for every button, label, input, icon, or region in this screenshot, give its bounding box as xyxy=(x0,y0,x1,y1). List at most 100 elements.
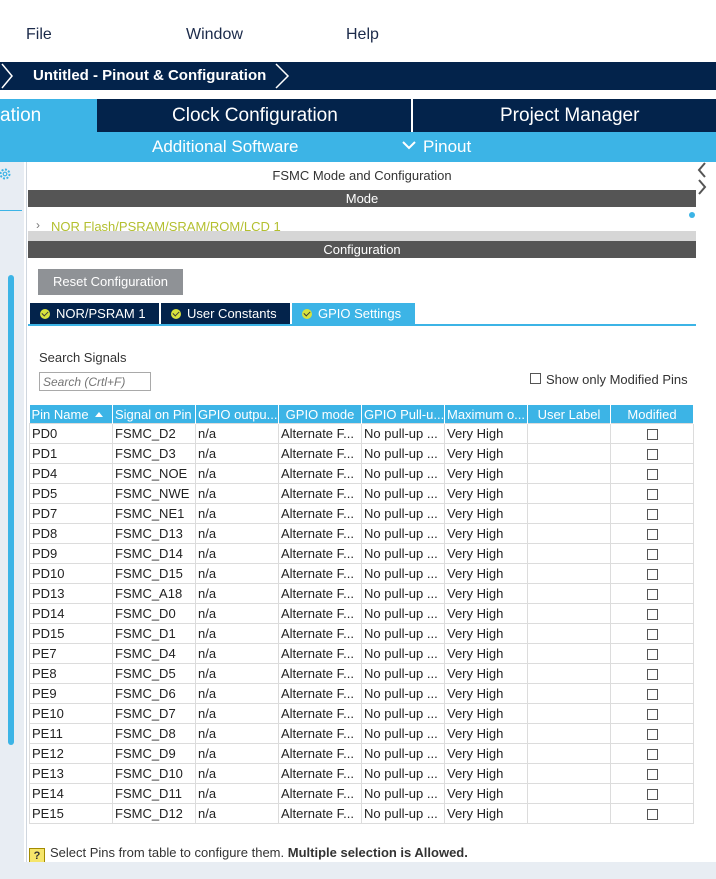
cell-gpio-output[interactable]: n/a xyxy=(195,503,279,524)
cell-max-output[interactable]: Very High xyxy=(444,743,528,764)
cell-gpio-output[interactable]: n/a xyxy=(195,783,279,804)
table-row[interactable]: PD10 FSMC_D15 n/a Alternate F... No pull-up … xyxy=(29,563,694,584)
col-gpio-mode[interactable]: GPIO mode xyxy=(278,405,362,424)
cell-signal[interactable]: FSMC_D9 xyxy=(112,743,196,764)
menu-help[interactable]: Help xyxy=(346,26,379,44)
cell-max-output[interactable]: Very High xyxy=(444,463,528,484)
table-row[interactable]: PE14 FSMC_D11 n/a Alternate F... No pull-up … xyxy=(29,783,694,804)
cell-signal[interactable]: FSMC_NE1 xyxy=(112,503,196,524)
tab-pinout-configuration[interactable]: ation xyxy=(0,99,97,132)
cell-user-label[interactable] xyxy=(527,663,611,684)
col-gpio-output[interactable]: GPIO outpu... xyxy=(195,405,279,424)
mode-scroll-indicator[interactable] xyxy=(689,212,695,218)
cell-signal[interactable]: FSMC_D8 xyxy=(112,723,196,744)
cell-gpio-mode[interactable]: Alternate F... xyxy=(278,563,362,584)
cell-pin-name[interactable]: PD5 xyxy=(29,483,113,504)
cell-gpio-output[interactable]: n/a xyxy=(195,543,279,564)
cell-max-output[interactable]: Very High xyxy=(444,583,528,604)
cell-max-output[interactable]: Very High xyxy=(444,423,528,444)
cell-pin-name[interactable]: PE10 xyxy=(29,703,113,724)
cell-gpio-pull[interactable]: No pull-up ... xyxy=(361,583,445,604)
cell-gpio-output[interactable]: n/a xyxy=(195,583,279,604)
cell-pin-name[interactable]: PD0 xyxy=(29,423,113,444)
table-row[interactable]: PE11 FSMC_D8 n/a Alternate F... No pull-up .… xyxy=(29,723,694,744)
cell-gpio-output[interactable]: n/a xyxy=(195,743,279,764)
cell-gpio-pull[interactable]: No pull-up ... xyxy=(361,803,445,824)
table-row[interactable]: PD13 FSMC_A18 n/a Alternate F... No pull-up … xyxy=(29,583,694,604)
cell-user-label[interactable] xyxy=(527,423,611,444)
cell-max-output[interactable]: Very High xyxy=(444,683,528,704)
cell-gpio-mode[interactable]: Alternate F... xyxy=(278,423,362,444)
cell-gpio-mode[interactable]: Alternate F... xyxy=(278,663,362,684)
cell-max-output[interactable]: Very High xyxy=(444,783,528,804)
cell-gpio-mode[interactable]: Alternate F... xyxy=(278,723,362,744)
cell-signal[interactable]: FSMC_D10 xyxy=(112,763,196,784)
tab-clock-configuration[interactable]: Clock Configuration xyxy=(172,105,338,127)
modified-checkbox[interactable] xyxy=(646,809,658,821)
cell-gpio-mode[interactable]: Alternate F... xyxy=(278,683,362,704)
cell-pin-name[interactable]: PD9 xyxy=(29,543,113,564)
cell-gpio-output[interactable]: n/a xyxy=(195,623,279,644)
tab-nor-psram-1[interactable]: NOR/PSRAM 1 xyxy=(30,303,159,325)
cell-gpio-mode[interactable]: Alternate F... xyxy=(278,643,362,664)
chevron-right-icon[interactable]: › xyxy=(36,218,40,232)
col-pin-name[interactable]: Pin Name xyxy=(29,405,113,424)
cell-gpio-mode[interactable]: Alternate F... xyxy=(278,703,362,724)
cell-max-output[interactable]: Very High xyxy=(444,503,528,524)
cell-gpio-pull[interactable]: No pull-up ... xyxy=(361,683,445,704)
cell-user-label[interactable] xyxy=(527,763,611,784)
cell-max-output[interactable]: Very High xyxy=(444,523,528,544)
cell-pin-name[interactable]: PE7 xyxy=(29,643,113,664)
cell-pin-name[interactable]: PE14 xyxy=(29,783,113,804)
cell-user-label[interactable] xyxy=(527,543,611,564)
breadcrumb-title[interactable]: Untitled - Pinout & Configuration xyxy=(33,67,266,84)
cell-gpio-mode[interactable]: Alternate F... xyxy=(278,583,362,604)
cell-pin-name[interactable]: PE11 xyxy=(29,723,113,744)
cell-gpio-output[interactable]: n/a xyxy=(195,483,279,504)
col-signal[interactable]: Signal on Pin xyxy=(112,405,196,424)
modified-checkbox[interactable] xyxy=(646,529,658,541)
cell-signal[interactable]: FSMC_D7 xyxy=(112,703,196,724)
cell-gpio-pull[interactable]: No pull-up ... xyxy=(361,523,445,544)
tab-gpio-settings[interactable]: GPIO Settings xyxy=(292,303,415,325)
modified-checkbox[interactable] xyxy=(646,449,658,461)
table-row[interactable]: PE15 FSMC_D12 n/a Alternate F... No pull-up … xyxy=(29,803,694,824)
cell-gpio-pull[interactable]: No pull-up ... xyxy=(361,703,445,724)
table-row[interactable]: PD5 FSMC_NWE n/a Alternate F... No pull-up .… xyxy=(29,483,694,504)
cell-max-output[interactable]: Very High xyxy=(444,803,528,824)
cell-gpio-mode[interactable]: Alternate F... xyxy=(278,463,362,484)
cell-gpio-output[interactable]: n/a xyxy=(195,643,279,664)
cell-signal[interactable]: FSMC_D6 xyxy=(112,683,196,704)
cell-gpio-pull[interactable]: No pull-up ... xyxy=(361,783,445,804)
cell-max-output[interactable]: Very High xyxy=(444,703,528,724)
modified-checkbox[interactable] xyxy=(646,589,658,601)
cell-gpio-pull[interactable]: No pull-up ... xyxy=(361,483,445,504)
cell-gpio-mode[interactable]: Alternate F... xyxy=(278,443,362,464)
table-row[interactable]: PD15 FSMC_D1 n/a Alternate F... No pull-up .… xyxy=(29,623,694,644)
cell-gpio-mode[interactable]: Alternate F... xyxy=(278,803,362,824)
cell-pin-name[interactable]: PE13 xyxy=(29,763,113,784)
menu-window[interactable]: Window xyxy=(186,26,243,44)
show-modified-checkbox[interactable] xyxy=(530,373,541,384)
cell-gpio-output[interactable]: n/a xyxy=(195,703,279,724)
col-max-output[interactable]: Maximum o... xyxy=(444,405,528,424)
cell-signal[interactable]: FSMC_D3 xyxy=(112,443,196,464)
reset-configuration-button[interactable]: Reset Configuration xyxy=(38,269,183,295)
cell-gpio-mode[interactable]: Alternate F... xyxy=(278,763,362,784)
cell-max-output[interactable]: Very High xyxy=(444,563,528,584)
cell-gpio-mode[interactable]: Alternate F... xyxy=(278,483,362,504)
cell-user-label[interactable] xyxy=(527,503,611,524)
cell-gpio-pull[interactable]: No pull-up ... xyxy=(361,443,445,464)
cell-pin-name[interactable]: PD13 xyxy=(29,583,113,604)
cell-signal[interactable]: FSMC_D1 xyxy=(112,623,196,644)
modified-checkbox[interactable] xyxy=(646,709,658,721)
modified-checkbox[interactable] xyxy=(646,649,658,661)
cell-pin-name[interactable]: PD7 xyxy=(29,503,113,524)
cell-gpio-pull[interactable]: No pull-up ... xyxy=(361,423,445,444)
cell-max-output[interactable]: Very High xyxy=(444,663,528,684)
cell-gpio-output[interactable]: n/a xyxy=(195,803,279,824)
table-row[interactable]: PE12 FSMC_D9 n/a Alternate F... No pull-up .… xyxy=(29,743,694,764)
cell-signal[interactable]: FSMC_D0 xyxy=(112,603,196,624)
modified-checkbox[interactable] xyxy=(646,569,658,581)
cell-gpio-output[interactable]: n/a xyxy=(195,683,279,704)
